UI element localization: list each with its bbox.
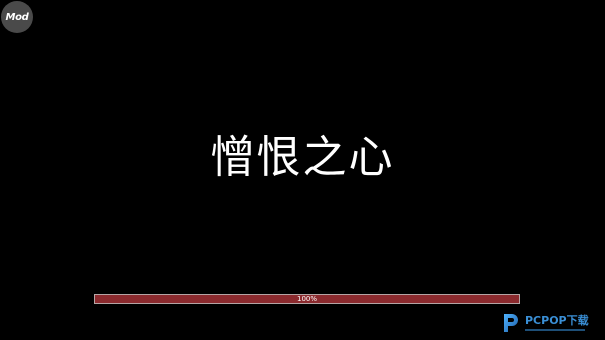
watermark-text-group: PCPOP下载	[525, 315, 589, 331]
loading-progress-bar: 100%	[94, 294, 520, 304]
game-loading-screen: Mod 憎恨之心 100% PCPOP下载	[0, 0, 605, 340]
game-title: 憎恨之心	[210, 132, 395, 183]
watermark-text: PCPOP下载	[525, 314, 589, 327]
pcpop-logo-icon	[504, 314, 518, 332]
mod-badge[interactable]: Mod	[1, 1, 33, 33]
loading-progress-label: 100%	[296, 295, 317, 303]
mod-badge-label: Mod	[5, 11, 29, 23]
watermark-underline	[525, 329, 585, 331]
watermark: PCPOP下载	[498, 308, 604, 338]
